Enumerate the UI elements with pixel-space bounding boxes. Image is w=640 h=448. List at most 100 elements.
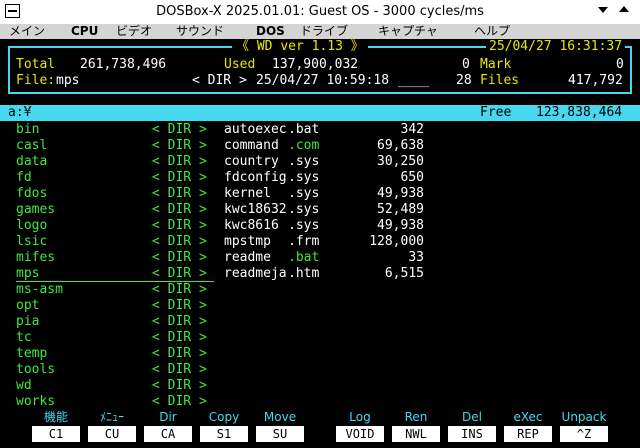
dir-name: data (16, 154, 48, 169)
list-item[interactable]: tc < DIR > (16, 330, 216, 346)
list-item[interactable]: ms-asm < DIR > (16, 282, 216, 298)
file-base: kwc18632 (224, 202, 287, 217)
fkey-unpack[interactable]: Unpack ^Z (560, 410, 608, 442)
file-ext: .sys (288, 202, 320, 217)
legend-left: 《 (236, 39, 250, 54)
maximize-icon[interactable] (617, 4, 631, 18)
mark-value: 0 (616, 57, 624, 72)
dir-tag: < DIR > (152, 346, 207, 361)
fkey-function[interactable]: 機能 C1 (32, 410, 80, 442)
fkey-label: Unpack (561, 410, 607, 424)
fkey-label: Copy (208, 410, 240, 424)
menu-capture[interactable]: キャプチャ (378, 24, 438, 39)
dir-name: tc (16, 330, 32, 345)
file-size: 69,638 (377, 138, 424, 153)
file-size: 49,938 (377, 186, 424, 201)
dir-name: casl (16, 138, 48, 153)
file-list: bin < DIR > casl < DIR > data < DIR > fd < D… (0, 122, 640, 410)
dir-tag: < DIR > (152, 266, 207, 281)
list-item[interactable]: kwc18632 .sys 52,489 (224, 202, 424, 218)
fkey-code: C1 (32, 426, 80, 442)
dir-name: opt (16, 298, 40, 313)
fkey-log[interactable]: Log VOID (336, 410, 384, 442)
fkey-code: SU (256, 426, 304, 442)
fkey-exec[interactable]: eXec REP (504, 410, 552, 442)
function-key-bar: 機能 C1 ﾒﾆｭｰ CU Dir CA Copy S1 Move SU Log VOID … (0, 410, 640, 448)
files-count: 28 (456, 73, 472, 88)
file-name: mps (56, 73, 80, 88)
dir-tag: < DIR > (152, 250, 207, 265)
list-item[interactable]: fdconfig .sys 650 (224, 170, 424, 186)
list-item[interactable]: works < DIR > (16, 394, 216, 410)
file-base: mpstmp (224, 234, 271, 249)
total-value: 261,738,496 (80, 57, 167, 72)
fkey-label: 機能 (43, 410, 68, 424)
list-item[interactable]: country .sys 30,250 (224, 154, 424, 170)
dir-tag: < DIR > (152, 186, 207, 201)
dir-name: games (16, 202, 56, 217)
fkey-rename[interactable]: Ren NWL (392, 410, 440, 442)
file-size: 650 (400, 170, 424, 185)
file-base: kernel (224, 186, 271, 201)
menu-dos[interactable]: DOS (256, 24, 285, 39)
file-label: File: (16, 73, 56, 88)
list-item[interactable]: data < DIR > (16, 154, 216, 170)
menu-video[interactable]: ビデオ (116, 24, 152, 39)
list-item[interactable]: logo < DIR > (16, 218, 216, 234)
fkey-menu[interactable]: ﾒﾆｭｰ CU (88, 410, 136, 442)
list-item[interactable]: pia < DIR > (16, 314, 216, 330)
fkey-delete[interactable]: Del INS (448, 410, 496, 442)
list-item[interactable]: kernel .sys 49,938 (224, 186, 424, 202)
legend-right: 》 (350, 39, 364, 54)
dir-tag: < DIR > (152, 218, 207, 233)
fkey-code: CA (144, 426, 192, 442)
dir-tag: < DIR > (152, 282, 207, 297)
list-item[interactable]: opt < DIR > (16, 298, 216, 314)
fkey-label: Del (462, 410, 482, 424)
file-ext: .sys (288, 154, 320, 169)
selected-list-item[interactable]: mps < DIR > (16, 266, 214, 282)
file-ext: .bat (288, 250, 320, 265)
list-item[interactable]: games < DIR > (16, 202, 216, 218)
file-ext: .bat (288, 122, 320, 137)
files-label: Files (480, 73, 520, 88)
file-ext: .com (288, 138, 320, 153)
file-size: 342 (400, 122, 424, 137)
file-base: readmeja (224, 266, 287, 281)
file-ext: .sys (288, 218, 320, 233)
minimize-icon[interactable] (596, 4, 610, 18)
list-item[interactable]: tools < DIR > (16, 362, 216, 378)
free-label: Free (480, 105, 512, 120)
list-item[interactable]: casl < DIR > (16, 138, 216, 154)
list-item[interactable]: bin < DIR > (16, 122, 216, 138)
list-item[interactable]: command .com 69,638 (224, 138, 424, 154)
file-size: 33 (408, 250, 424, 265)
total-label: Total (16, 57, 56, 72)
list-item[interactable]: kwc8616 .sys 49,938 (224, 218, 424, 234)
dir-name: lsic (16, 234, 48, 249)
dir-tag: < DIR > (152, 122, 207, 137)
list-item[interactable]: readme .bat 33 (224, 250, 424, 266)
menu-sound[interactable]: サウンド (176, 24, 224, 39)
dir-name: pia (16, 314, 40, 329)
menu-main[interactable]: メイン (9, 24, 45, 39)
menu-drive[interactable]: ドライブ (300, 24, 348, 39)
list-item[interactable]: autoexec .bat 342 (224, 122, 424, 138)
list-item[interactable]: temp < DIR > (16, 346, 216, 362)
fkey-label: ﾒﾆｭｰ (99, 410, 124, 424)
fkey-dir[interactable]: Dir CA (144, 410, 192, 442)
list-item[interactable]: mpstmp .frm 128,000 (224, 234, 424, 250)
fkey-copy[interactable]: Copy S1 (200, 410, 248, 442)
menu-help[interactable]: ヘルプ (474, 24, 510, 39)
list-item[interactable]: wd < DIR > (16, 378, 216, 394)
dir-name: temp (16, 346, 48, 361)
list-item[interactable]: lsic < DIR > (16, 234, 216, 250)
file-datetime: 25/04/27 10:59:18 (256, 73, 390, 88)
list-item[interactable]: readmeja .htm 6,515 (224, 266, 424, 282)
fkey-move[interactable]: Move SU (256, 410, 304, 442)
free-value: 123,838,464 (536, 105, 623, 120)
list-item[interactable]: fd < DIR > (16, 170, 216, 186)
menu-cpu[interactable]: CPU (71, 24, 98, 39)
list-item[interactable]: mifes < DIR > (16, 250, 216, 266)
list-item[interactable]: fdos < DIR > (16, 186, 216, 202)
